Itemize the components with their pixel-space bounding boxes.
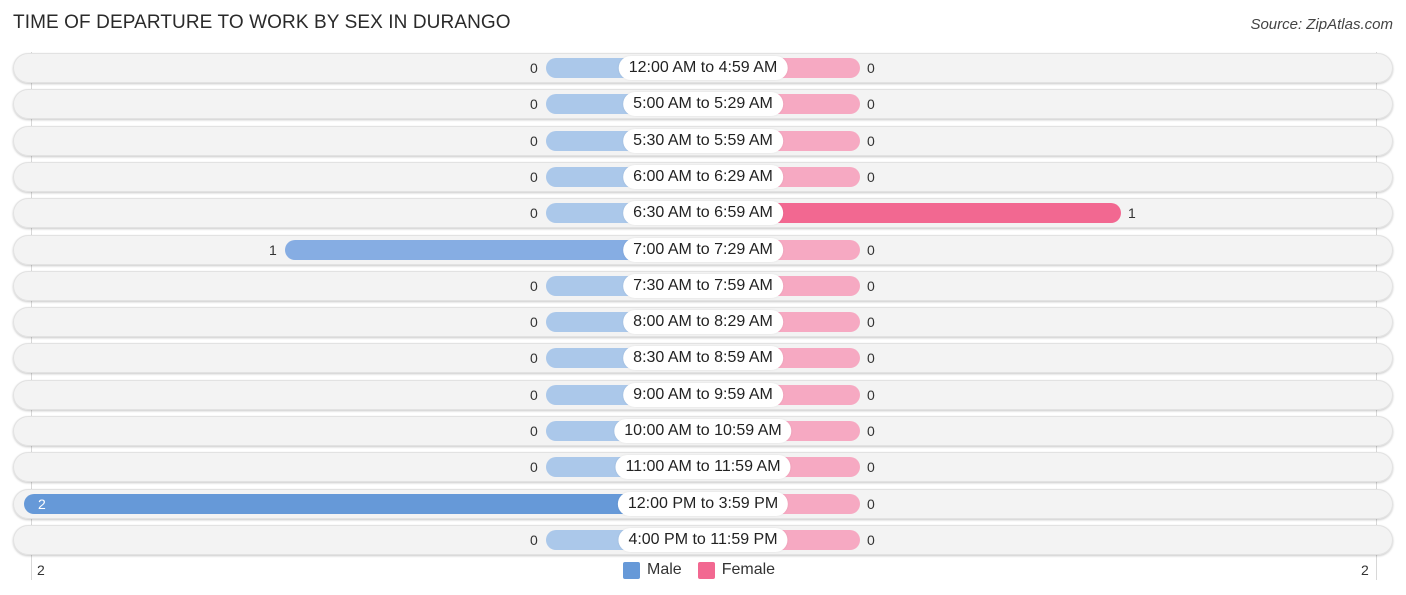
female-value-label: 1 <box>1128 205 1136 221</box>
female-value-label: 0 <box>867 278 875 294</box>
female-value-label: 0 <box>867 387 875 403</box>
category-label: 11:00 AM to 11:59 AM <box>615 455 791 479</box>
male-value-label: 0 <box>530 459 538 475</box>
male-value-label: 0 <box>530 532 538 548</box>
male-bar[interactable] <box>24 494 703 514</box>
category-label: 12:00 AM to 4:59 AM <box>618 56 788 80</box>
category-label: 10:00 AM to 10:59 AM <box>614 419 792 443</box>
legend-item-male[interactable]: Male <box>623 561 682 579</box>
male-value-label: 0 <box>530 96 538 112</box>
category-label: 6:00 AM to 6:29 AM <box>623 165 783 189</box>
female-value-label: 0 <box>867 133 875 149</box>
male-value-label: 0 <box>530 169 538 185</box>
male-value-label: 0 <box>530 60 538 76</box>
axis-tick-left: 2 <box>37 562 45 578</box>
male-value-label: 0 <box>530 133 538 149</box>
category-label: 5:30 AM to 5:59 AM <box>623 129 783 153</box>
male-value-label: 0 <box>530 350 538 366</box>
male-value-label: 0 <box>530 314 538 330</box>
female-value-label: 0 <box>867 423 875 439</box>
female-value-label: 0 <box>867 314 875 330</box>
legend: Male Female <box>623 561 791 579</box>
category-label: 7:00 AM to 7:29 AM <box>623 238 783 262</box>
female-value-label: 0 <box>867 350 875 366</box>
female-value-label: 0 <box>867 459 875 475</box>
legend-item-female[interactable]: Female <box>697 561 776 579</box>
female-value-label: 0 <box>867 532 875 548</box>
male-swatch <box>623 561 640 579</box>
male-value-label: 2 <box>38 496 46 512</box>
legend-label-female: Female <box>721 561 776 578</box>
category-label: 9:00 AM to 9:59 AM <box>623 383 783 407</box>
female-value-label: 0 <box>867 169 875 185</box>
category-label: 8:30 AM to 8:59 AM <box>623 346 783 370</box>
source-credit: Source: ZipAtlas.com <box>1250 16 1393 33</box>
male-value-label: 1 <box>269 242 277 258</box>
female-value-label: 0 <box>867 496 875 512</box>
category-label: 12:00 PM to 3:59 PM <box>617 492 789 516</box>
axis-tick-right: 2 <box>1361 562 1369 578</box>
male-value-label: 0 <box>530 423 538 439</box>
female-value-label: 0 <box>867 242 875 258</box>
category-label: 7:30 AM to 7:59 AM <box>623 274 783 298</box>
male-value-label: 0 <box>530 205 538 221</box>
category-label: 8:00 AM to 8:29 AM <box>623 310 783 334</box>
female-swatch <box>697 561 715 579</box>
chart-title: TIME OF DEPARTURE TO WORK BY SEX IN DURA… <box>13 12 511 33</box>
female-value-label: 0 <box>867 60 875 76</box>
male-value-label: 0 <box>530 278 538 294</box>
category-label: 6:30 AM to 6:59 AM <box>623 201 783 225</box>
male-value-label: 0 <box>530 387 538 403</box>
legend-label-male: Male <box>647 561 682 578</box>
female-value-label: 0 <box>867 96 875 112</box>
category-label: 5:00 AM to 5:29 AM <box>623 92 783 116</box>
category-label: 4:00 PM to 11:59 PM <box>618 528 788 552</box>
